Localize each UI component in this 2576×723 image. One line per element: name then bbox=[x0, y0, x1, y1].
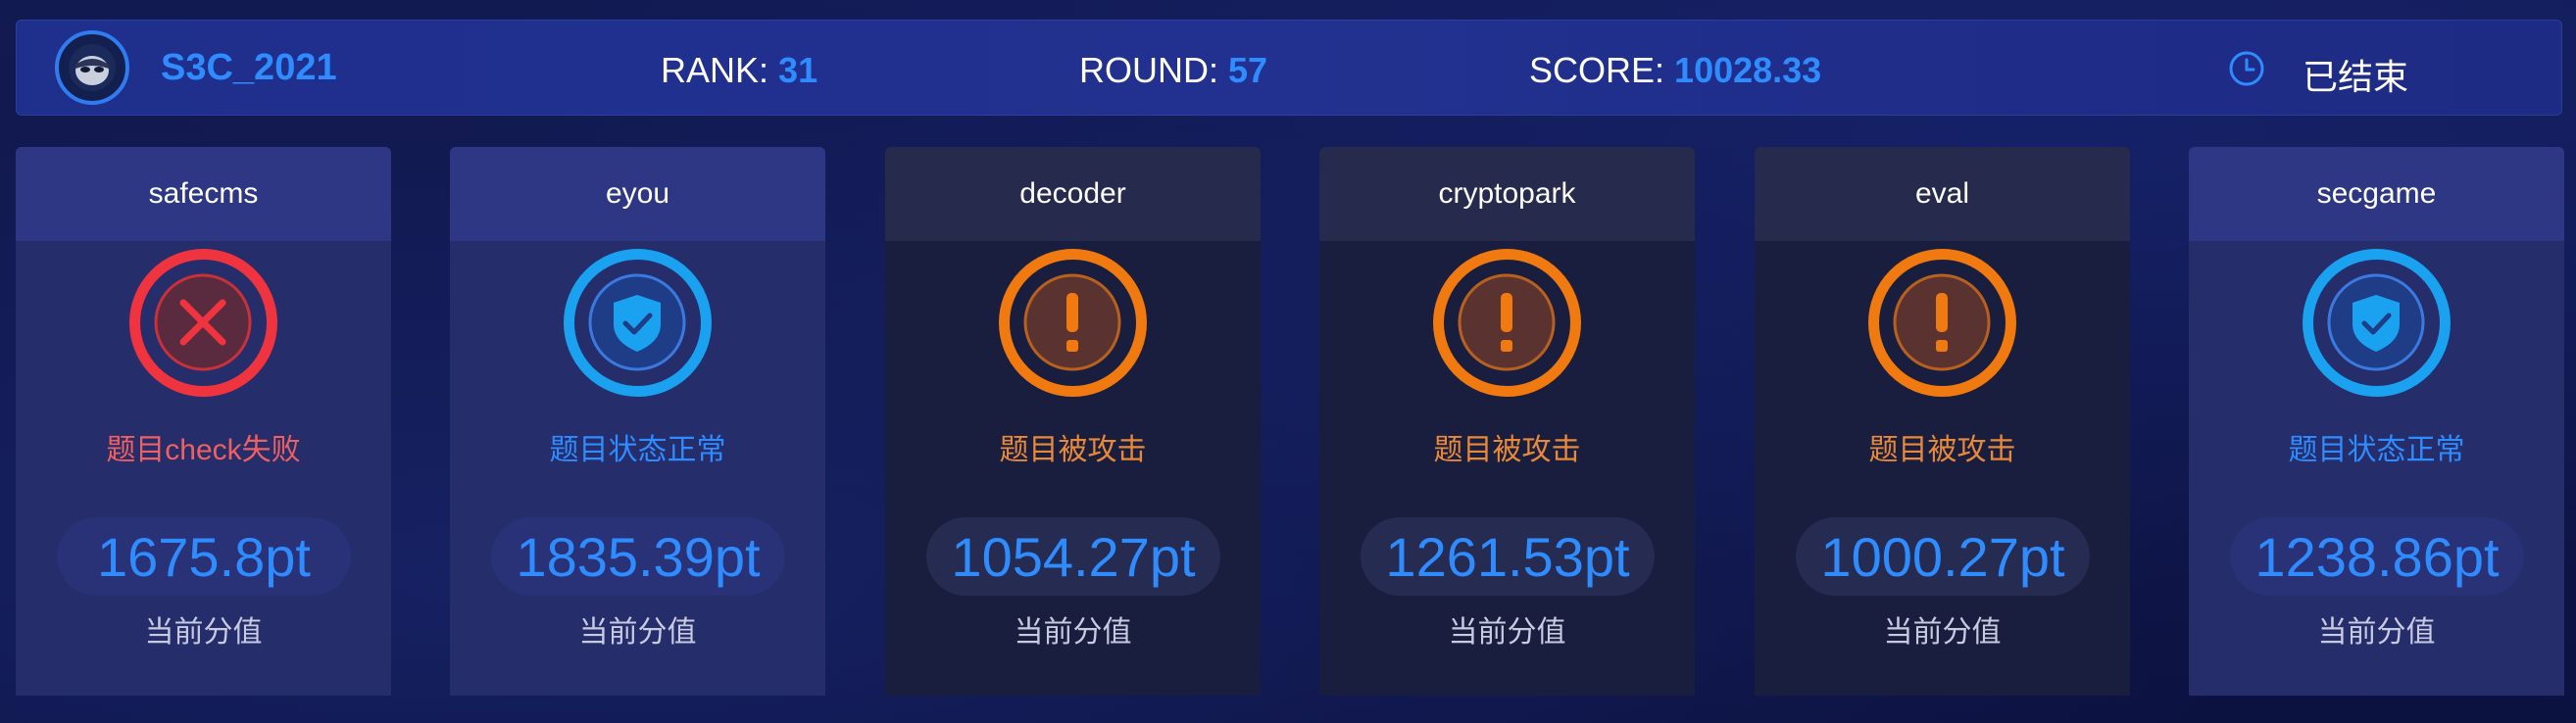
challenge-status: 题目状态正常 bbox=[2288, 434, 2465, 466]
challenge-status: 题目被攻击 bbox=[1433, 434, 1581, 466]
exclamation-icon bbox=[1868, 249, 2016, 397]
challenge-status: 题目check失败 bbox=[106, 434, 301, 466]
exclamation-icon bbox=[1433, 249, 1581, 397]
score-value: 10028.33 bbox=[1674, 50, 1822, 90]
score-caption: 当前分值 bbox=[2317, 616, 2436, 649]
challenge-status: 题目被攻击 bbox=[999, 434, 1147, 466]
round-stat: ROUND: 57 bbox=[1079, 50, 1267, 91]
challenge-score: 1054.27pt bbox=[926, 517, 1220, 596]
challenge-score: 1835.39pt bbox=[491, 517, 785, 596]
score-stat: SCORE: 10028.33 bbox=[1529, 50, 1821, 91]
challenge-status: 题目状态正常 bbox=[549, 434, 726, 466]
round-value: 57 bbox=[1228, 50, 1268, 90]
shield-check-icon bbox=[2303, 249, 2451, 397]
rank-value: 31 bbox=[778, 50, 818, 90]
challenge-score: 1238.86pt bbox=[2230, 517, 2524, 596]
clock-icon bbox=[2229, 51, 2264, 86]
round-label: ROUND: bbox=[1079, 50, 1218, 90]
challenge-card-decoder[interactable]: decoder 题目被攻击 1054.27pt 当前分值 bbox=[885, 147, 1261, 696]
rank-stat: RANK: 31 bbox=[661, 50, 817, 91]
challenge-name: secgame bbox=[2189, 147, 2564, 241]
rank-label: RANK: bbox=[661, 50, 769, 90]
score-caption: 当前分值 bbox=[144, 616, 263, 649]
challenge-score: 1675.8pt bbox=[57, 517, 351, 596]
challenge-name: eval bbox=[1755, 147, 2130, 241]
exclamation-icon bbox=[999, 249, 1147, 397]
challenge-name: decoder bbox=[885, 147, 1261, 241]
challenge-card-secgame[interactable]: secgame 题目状态正常 1238.86pt 当前分值 bbox=[2189, 147, 2564, 696]
challenge-card-eyou[interactable]: eyou 题目状态正常 1835.39pt 当前分值 bbox=[450, 147, 825, 696]
mask-icon bbox=[69, 44, 116, 91]
challenge-name: safecms bbox=[16, 147, 391, 241]
score-caption: 当前分值 bbox=[1883, 616, 2002, 649]
score-label: SCORE: bbox=[1529, 50, 1665, 90]
score-caption: 当前分值 bbox=[578, 616, 697, 649]
challenge-card-safecms[interactable]: safecms 题目check失败 1675.8pt 当前分值 bbox=[16, 147, 391, 696]
challenge-score: 1261.53pt bbox=[1361, 517, 1655, 596]
x-icon bbox=[129, 249, 277, 397]
challenge-card-eval[interactable]: eval 题目被攻击 1000.27pt 当前分值 bbox=[1755, 147, 2130, 696]
score-caption: 当前分值 bbox=[1448, 616, 1566, 649]
score-caption: 当前分值 bbox=[1014, 616, 1132, 649]
shield-check-icon bbox=[564, 249, 712, 397]
challenge-status: 题目被攻击 bbox=[1868, 434, 2016, 466]
challenge-name: eyou bbox=[450, 147, 825, 241]
team-avatar bbox=[55, 30, 129, 105]
challenge-score: 1000.27pt bbox=[1796, 517, 2090, 596]
challenge-card-cryptopark[interactable]: cryptopark 题目被攻击 1261.53pt 当前分值 bbox=[1319, 147, 1695, 696]
game-status-text: 已结束 bbox=[2303, 57, 2409, 97]
top-status-bar: S3C_2021 RANK: 31 ROUND: 57 SCORE: 10028… bbox=[16, 20, 2562, 116]
team-name: S3C_2021 bbox=[161, 47, 337, 88]
challenge-name: cryptopark bbox=[1319, 147, 1695, 241]
